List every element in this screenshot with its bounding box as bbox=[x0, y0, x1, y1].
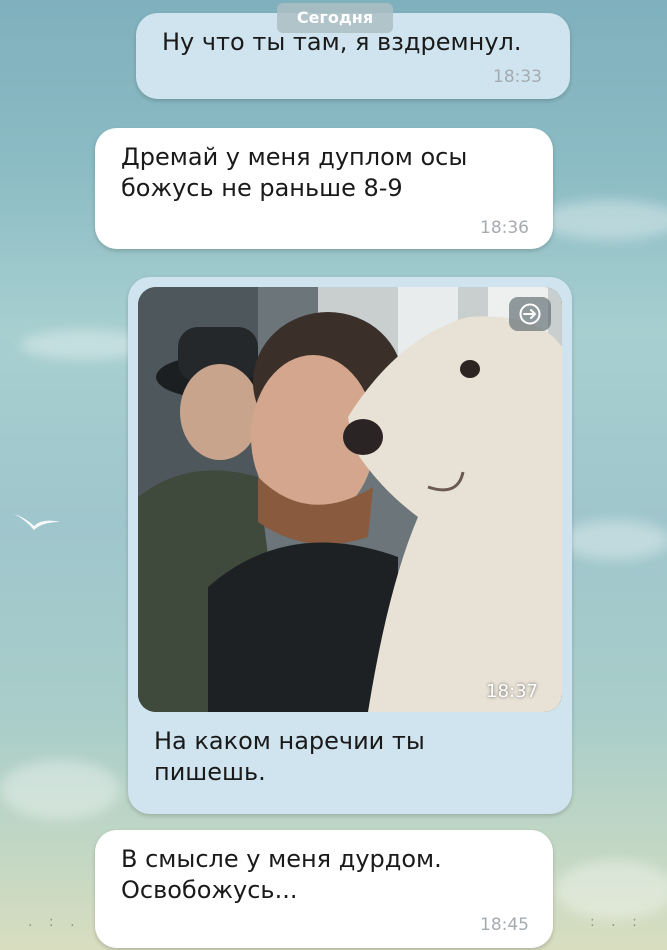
wallpaper-cloud bbox=[0, 760, 120, 820]
date-divider: Сегодня bbox=[277, 3, 393, 33]
message-text: Дремай у меня дуплом осы божусь не раньш… bbox=[121, 143, 468, 202]
bird-icon bbox=[14, 514, 60, 530]
message-timestamp: 18:45 bbox=[480, 915, 529, 935]
message-text: В смысле у меня дурдом. Освобожусь... bbox=[121, 845, 442, 904]
wallpaper-cloud bbox=[560, 520, 667, 560]
wallpaper-dots: : . : bbox=[590, 914, 643, 930]
photo-timestamp: 18:37 bbox=[486, 681, 538, 702]
wallpaper-dots: . : . bbox=[28, 914, 81, 930]
message-timestamp: 18:33 bbox=[493, 67, 542, 87]
photo-image bbox=[138, 287, 562, 712]
share-arrow-icon[interactable] bbox=[509, 297, 551, 331]
message-text: На каком наречии ты пишешь. bbox=[154, 727, 425, 786]
message-timestamp: 18:36 bbox=[480, 218, 529, 238]
message-photo[interactable]: 18:37 bbox=[138, 287, 562, 712]
wallpaper-cloud bbox=[540, 200, 667, 240]
wallpaper-cloud bbox=[555, 860, 667, 920]
